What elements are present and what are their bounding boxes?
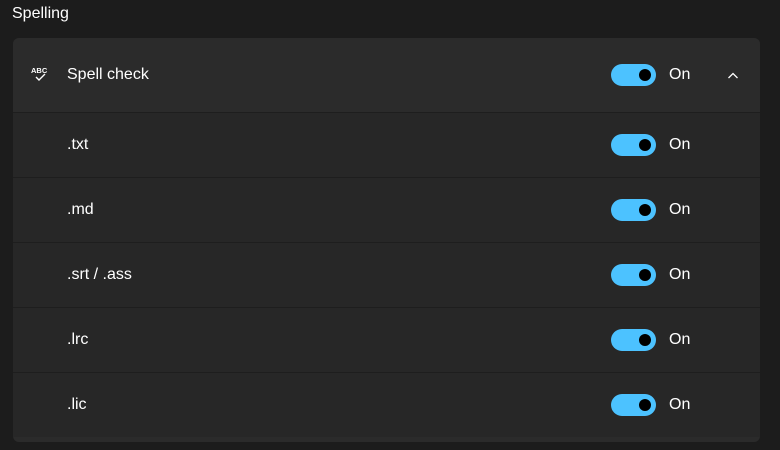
chevron-up-icon[interactable] [725,68,741,84]
spell-check-icon: ABC [30,65,50,85]
toggle-knob [639,69,651,81]
file-type-label: .txt [67,136,89,153]
spell-check-label: Spell check [67,66,149,83]
file-type-state: On [669,331,691,348]
file-type-label: .lic [67,396,87,413]
toggle-knob [639,334,651,346]
file-type-toggle-lic[interactable] [611,394,656,416]
file-type-state: On [669,136,691,153]
toggle-knob [639,399,651,411]
file-type-state: On [669,396,691,413]
file-type-row-lrc: .lrc On [13,308,760,373]
file-type-row-srt-ass: .srt / .ass On [13,243,760,308]
spell-check-header[interactable]: ABC Spell check On [13,38,760,113]
svg-text:ABC: ABC [31,66,48,75]
file-type-state: On [669,266,691,283]
spell-check-state: On [669,66,691,83]
file-type-label: .lrc [67,331,89,348]
file-type-toggle-lrc[interactable] [611,329,656,351]
file-type-toggle-txt[interactable] [611,134,656,156]
toggle-knob [639,204,651,216]
file-type-label: .md [67,201,94,218]
spelling-settings-page: Spelling ABC Spell check On .txt On .md … [0,0,780,450]
toggle-knob [639,139,651,151]
file-type-state: On [669,201,691,218]
file-type-row-lic: .lic On [13,373,760,437]
file-type-toggle-srt-ass[interactable] [611,264,656,286]
toggle-knob [639,269,651,281]
file-type-row-md: .md On [13,178,760,243]
file-type-toggle-md[interactable] [611,199,656,221]
file-type-row-txt: .txt On [13,113,760,178]
section-title: Spelling [12,5,69,22]
spell-check-toggle[interactable] [611,64,656,86]
spell-check-card: ABC Spell check On .txt On .md On .srt /… [13,38,760,442]
file-type-label: .srt / .ass [67,266,132,283]
